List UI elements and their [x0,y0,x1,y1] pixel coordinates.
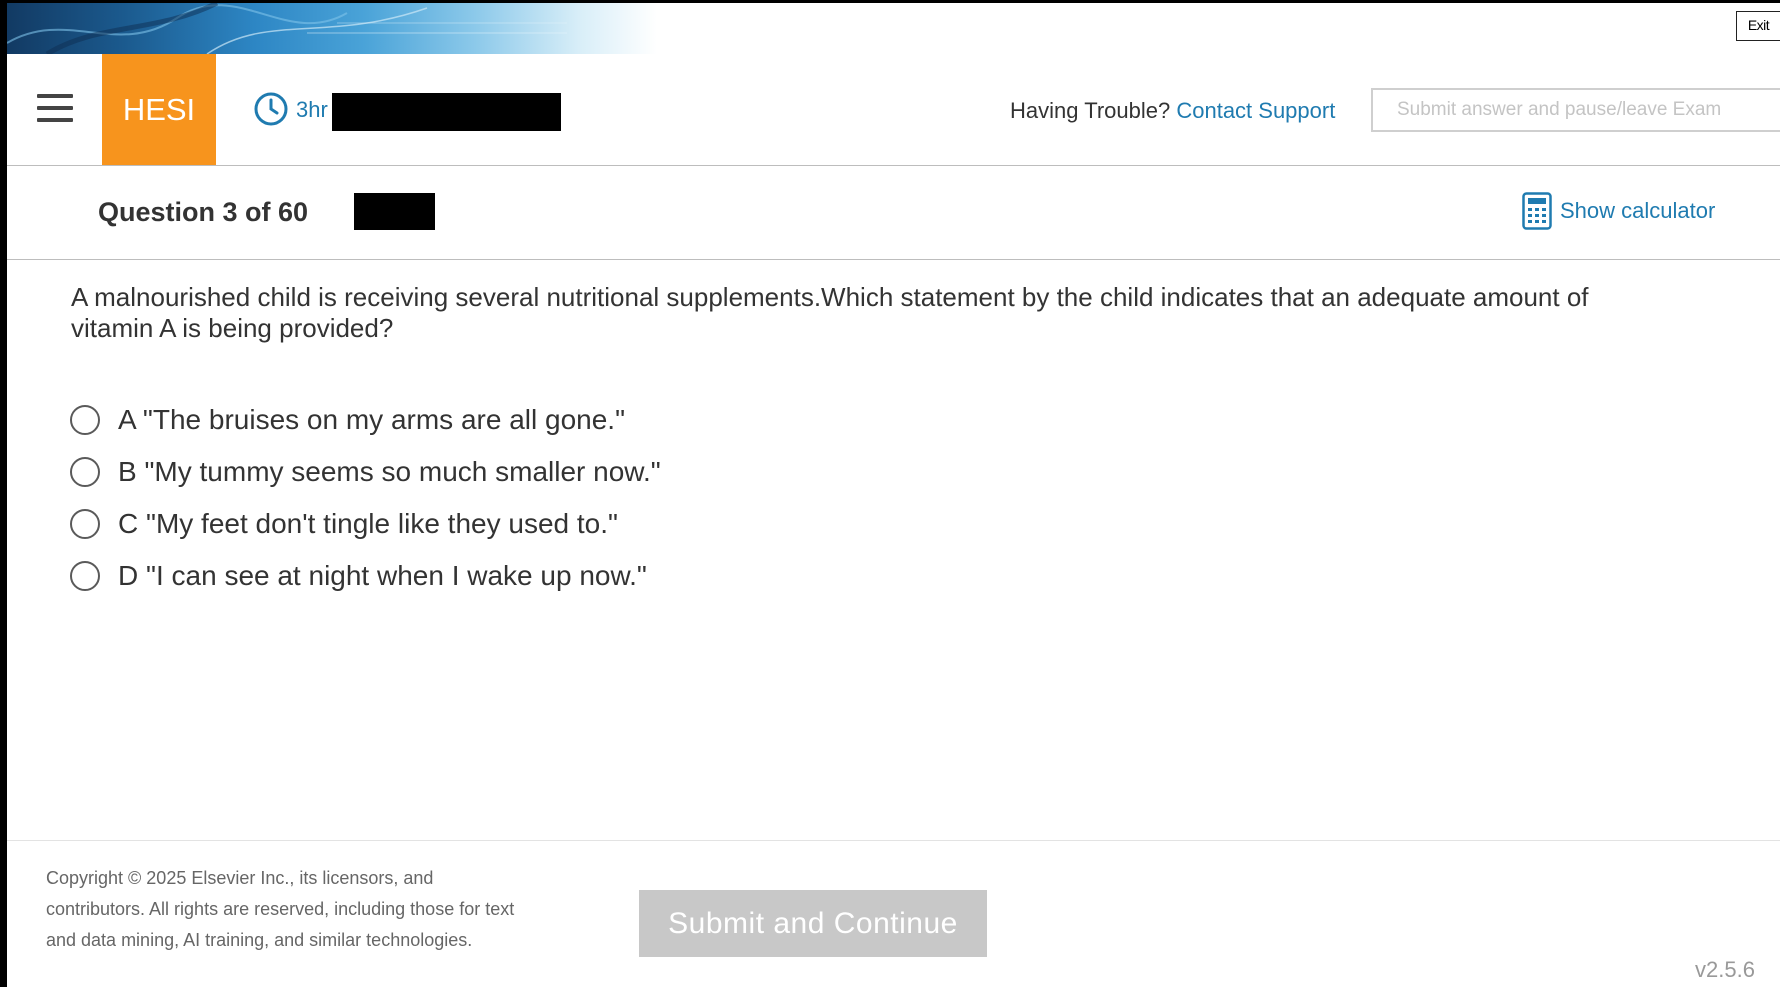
option-text: "The bruises on my arms are all gone." [142,404,626,435]
timer-text: 3hr [296,97,328,122]
redacted-block [332,93,561,131]
window-left-edge [0,0,7,987]
submit-pause-button[interactable]: Submit answer and pause/leave Exam [1371,88,1780,132]
contact-support-link[interactable]: Contact Support [1176,98,1335,123]
option-d[interactable]: D "I can see at night when I wake up now… [70,550,661,602]
option-label: C "My feet don't tingle like they used t… [118,508,618,540]
header-bar: HESI 3hr Having Trouble? Contact Support… [7,54,1780,166]
clock-icon [254,92,288,126]
option-label: A "The bruises on my arms are all gone." [118,404,625,436]
question-stem: A malnourished child is receiving severa… [71,282,1589,343]
option-b[interactable]: B "My tummy seems so much smaller now." [70,446,661,498]
option-text: "My tummy seems so much smaller now." [144,456,661,487]
option-letter: A [118,404,136,435]
hesi-logo: HESI [102,54,216,165]
question-bar: Question 3 of 60 Show calculator [7,166,1780,260]
question-counter: Question 3 of 60 [98,197,309,227]
calculator-icon [1522,192,1552,230]
radio-button[interactable] [70,561,100,591]
radio-button[interactable] [70,457,100,487]
option-letter: B [118,456,137,487]
option-letter: C [118,508,139,539]
option-a[interactable]: A "The bruises on my arms are all gone." [70,394,661,446]
copyright-text: Copyright © 2025 Elsevier Inc., its lice… [46,868,515,950]
exit-button[interactable]: Exit [1736,11,1780,41]
hamburger-menu-icon[interactable] [37,94,73,126]
version-label: v2.5.6 [1695,957,1755,982]
show-calculator-label: Show calculator [1560,198,1716,223]
redacted-block [354,193,435,230]
help-text: Having Trouble? Contact Support [1010,98,1335,124]
option-letter: D [118,560,139,591]
footer-divider [7,840,1780,841]
option-text: "My feet don't tingle like they used to.… [146,508,618,539]
option-c[interactable]: C "My feet don't tingle like they used t… [70,498,661,550]
radio-button[interactable] [70,405,100,435]
submit-and-continue-button[interactable]: Submit and Continue [639,890,987,957]
option-text: "I can see at night when I wake up now." [146,560,647,591]
radio-button[interactable] [70,509,100,539]
trouble-label: Having Trouble? [1010,98,1171,123]
option-label: B "My tummy seems so much smaller now." [118,456,661,488]
show-calculator-button[interactable]: Show calculator [1522,192,1715,230]
answer-options: A "The bruises on my arms are all gone."… [70,394,661,602]
option-label: D "I can see at night when I wake up now… [118,560,647,592]
decorative-banner [7,3,657,54]
